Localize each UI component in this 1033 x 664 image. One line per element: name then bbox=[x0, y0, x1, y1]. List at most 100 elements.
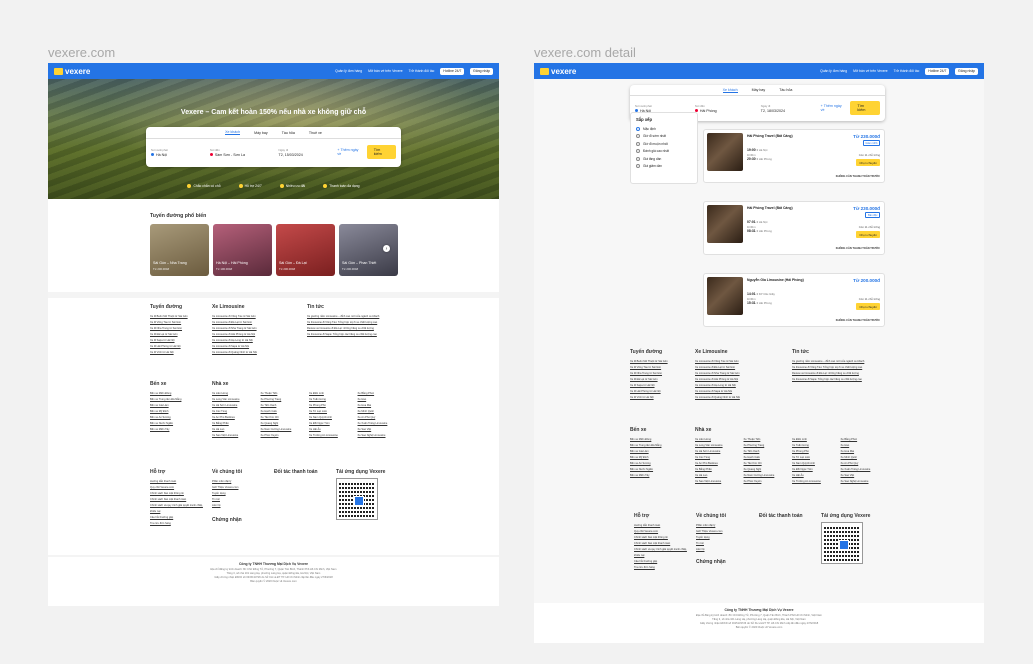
login-button[interactable]: Đăng nhập bbox=[470, 67, 493, 75]
sort-option[interactable]: Giá tăng dần bbox=[636, 155, 692, 163]
bus-photo bbox=[707, 133, 743, 171]
arrival-place: Hải Phòng bbox=[758, 301, 772, 306]
nav-link-partner[interactable]: Trở thành đối tác bbox=[409, 69, 435, 73]
footer-limousine: Xe Limousine Xe Limousine đi Vũng Tàu từ… bbox=[212, 304, 302, 356]
footer-operators: Nhà xe Xe Liên Hưng Xe Long Vân Limousine… bbox=[212, 381, 402, 439]
arrival: 08:31 • Hải Phòng bbox=[747, 229, 772, 234]
trip-price: Từ 230.000đ bbox=[853, 206, 880, 211]
footer-link[interactable]: Xe đi Vinh từ Hà Nội bbox=[150, 350, 220, 356]
login-button[interactable]: Đăng nhập bbox=[955, 67, 978, 75]
nav-link-sell[interactable]: Mở bán vé trên Vexere bbox=[853, 69, 887, 73]
footer-link[interactable]: Xe limousine đi Sapa: Tổng hợp các hãng … bbox=[307, 332, 397, 338]
sort-option[interactable]: Đánh giá cao nhất bbox=[636, 148, 692, 156]
route-name: Hà Nội – Hải Phòng bbox=[216, 261, 248, 266]
footer-news: Tin tức Xe giường nằm Limousine – đỉnh c… bbox=[307, 304, 397, 338]
footer-link[interactable]: Liên hệ bbox=[696, 547, 756, 553]
footer-link[interactable]: Chính sách và quy trình giải quyết tranh… bbox=[634, 547, 692, 559]
app-qr-code[interactable] bbox=[336, 478, 378, 520]
to-field[interactable]: Nơi đến Hải Phòng bbox=[694, 104, 757, 113]
footer-link[interactable]: Xe Phúc Xuyên bbox=[744, 479, 789, 485]
hotline-button[interactable]: Hotline 24/7 bbox=[440, 67, 465, 75]
footer-link[interactable]: Xe Sao Việt Limousine bbox=[695, 479, 740, 485]
footer-link[interactable]: Bến xe Miền Tây bbox=[630, 473, 690, 479]
footer-routes: Tuyến đường Xe đi Buôn Mê Thuột từ Sài G… bbox=[150, 304, 220, 356]
footer-link[interactable]: Bến xe Miền Tây bbox=[150, 427, 210, 433]
tab-flight[interactable]: Máy bay bbox=[752, 88, 766, 92]
choose-trip-button[interactable]: Chọn chuyến bbox=[856, 303, 880, 310]
hotline-button[interactable]: Hotline 24/7 bbox=[925, 67, 950, 75]
route-price: Từ 200.000đ bbox=[153, 266, 170, 271]
route-price: Từ 200.000đ bbox=[342, 266, 359, 271]
radio-icon bbox=[636, 134, 640, 139]
logo[interactable]: vexere bbox=[54, 67, 90, 76]
add-return-date[interactable]: + Thêm ngày về bbox=[337, 148, 362, 156]
route-card-overlay: Hà Nội – Hải Phòng Từ 100.000đ bbox=[216, 261, 248, 272]
footer-link[interactable]: Xe Sao Việt Limousine bbox=[212, 433, 257, 439]
bus-icon bbox=[540, 67, 549, 75]
footer-link[interactable]: Xe Trường An Limousine bbox=[792, 479, 837, 485]
sort-option[interactable]: Giá giảm dần bbox=[636, 163, 692, 171]
route-card[interactable]: Hà Nội – Hải Phòng Từ 100.000đ bbox=[213, 224, 272, 276]
departure-place: KP Cầu Giấy bbox=[758, 292, 775, 296]
nav-link-orders[interactable]: Quản lý đơn hàng bbox=[820, 69, 847, 73]
arrival: 20:30 • Hải Phòng bbox=[747, 157, 772, 162]
hero-title: Vexere – Cam kết hoàn 150% nếu nhà xe kh… bbox=[180, 109, 367, 116]
home-frame: vexere Quản lý đơn hàng Mở bán vé trên V… bbox=[48, 63, 499, 606]
footer-link[interactable]: Tra cứu đơn hàng bbox=[150, 521, 208, 527]
sort-option[interactable]: Giờ đi sớm nhất bbox=[636, 133, 692, 141]
board-title-detail: vexere.com detail bbox=[534, 45, 636, 60]
footer-link[interactable]: Liên hệ bbox=[212, 503, 272, 509]
trip-card: Hải Phòng Travel (Bất Cảng) Từ 230.000đ Bá… bbox=[703, 201, 885, 255]
carousel-next-button[interactable]: › bbox=[383, 245, 390, 252]
bus-photo bbox=[707, 277, 743, 315]
radio-icon bbox=[636, 149, 640, 154]
operator-name: Nguyễn Gia Limousine (Hải Phòng) bbox=[747, 278, 804, 282]
arrival-place: Hải Phòng bbox=[758, 157, 772, 162]
footer-stations: Bến xe Bến xe Miền Đông Bến xe Trung tâm … bbox=[150, 381, 210, 433]
footer-link[interactable]: Xe Phúc Xuyên bbox=[261, 433, 306, 439]
no-prepay-note: KHÔNG CẦN THANH TOÁN TRƯỚC bbox=[835, 175, 880, 178]
tab-train[interactable]: Tàu hỏa bbox=[779, 88, 792, 92]
search-button[interactable]: Tìm kiếm bbox=[366, 145, 397, 159]
footer-about: Về chúng tôi Phần mềm đại lý Giới Thiệu V… bbox=[212, 469, 272, 527]
departure-time: 19:00 bbox=[747, 148, 756, 152]
tab-car-rental[interactable]: Thuê xe bbox=[309, 131, 322, 135]
footer-link[interactable]: Xe Limousine đi Quảng Ninh từ Hà Nội bbox=[212, 350, 302, 356]
search-button[interactable]: Tìm kiếm bbox=[850, 101, 880, 115]
footer-link[interactable]: Xe limousine đi Sapa: Tổng hợp các hãng … bbox=[792, 377, 884, 383]
choose-trip-button[interactable]: Chọn chuyến bbox=[856, 231, 880, 238]
footer-link[interactable]: Chính sách và quy trình giải quyết tranh… bbox=[150, 503, 208, 515]
tab-bus[interactable]: Xe khách bbox=[225, 130, 241, 135]
hero-banner: Vexere – Cam kết hoàn 150% nếu nhà xe kh… bbox=[48, 79, 499, 199]
footer-link[interactable]: Xe Sao Nghệ Limousine bbox=[358, 433, 403, 439]
sort-option[interactable]: Giờ đi muộn nhất bbox=[636, 140, 692, 148]
sort-panel: Sắp xếp Mặc định Giờ đi sớm nhất Giờ đi mu… bbox=[630, 112, 698, 184]
footer-link[interactable]: Xe Trường An Limousine bbox=[309, 433, 354, 439]
route-name: Sài Gòn – Nha Trang bbox=[153, 261, 187, 266]
nav-link-orders[interactable]: Quản lý đơn hàng bbox=[335, 69, 362, 73]
footer-link[interactable]: Tra cứu đơn hàng bbox=[634, 565, 692, 571]
top-nav: vexere Quản lý đơn hàng Mở bán vé trên V… bbox=[48, 63, 499, 79]
sort-option[interactable]: Mặc định bbox=[636, 125, 692, 133]
sort-option-label: Giá giảm dần bbox=[643, 164, 662, 169]
route-card[interactable]: Sài Gòn – Đà Lạt Từ 200.000đ bbox=[276, 224, 335, 276]
from-field[interactable]: Nơi xuất phát Hà Nội bbox=[151, 148, 206, 157]
nav-link-partner[interactable]: Trở thành đối tác bbox=[894, 69, 920, 73]
route-card[interactable]: Sài Gòn – Nha Trang Từ 200.000đ bbox=[150, 224, 209, 276]
nav-link-sell[interactable]: Mở bán vé trên Vexere bbox=[368, 69, 402, 73]
tab-bus[interactable]: Xe khách bbox=[722, 88, 738, 93]
add-return-date[interactable]: + Thêm ngày về bbox=[821, 104, 847, 112]
footer-link[interactable]: Xe Limousine đi Quảng Ninh từ Hà Nội bbox=[695, 395, 785, 401]
date-field[interactable]: Ngày đi T2, 18/03/2024 bbox=[761, 104, 817, 113]
search-box: Xe khách Máy bay Tàu hỏa Thuê xe Nơi xuấ… bbox=[146, 127, 401, 167]
app-qr-code[interactable] bbox=[821, 522, 863, 564]
no-prepay-note: KHÔNG CẦN THANH TOÁN TRƯỚC bbox=[835, 319, 880, 322]
choose-trip-button[interactable]: Chọn chuyến bbox=[856, 159, 880, 166]
to-field[interactable]: Nơi đến Sầm Sơn - Sơn La bbox=[209, 148, 275, 157]
tab-train[interactable]: Tàu hỏa bbox=[282, 131, 295, 135]
footer-link[interactable]: Xe Sao Nghệ Limousine bbox=[841, 479, 886, 485]
footer-link[interactable]: Xe đi Vinh từ Hà Nội bbox=[630, 395, 692, 401]
tab-flight[interactable]: Máy bay bbox=[254, 131, 268, 135]
date-field[interactable]: Ngày đi T2, 15/03/2024 bbox=[279, 148, 334, 157]
logo[interactable]: vexere bbox=[540, 67, 576, 76]
